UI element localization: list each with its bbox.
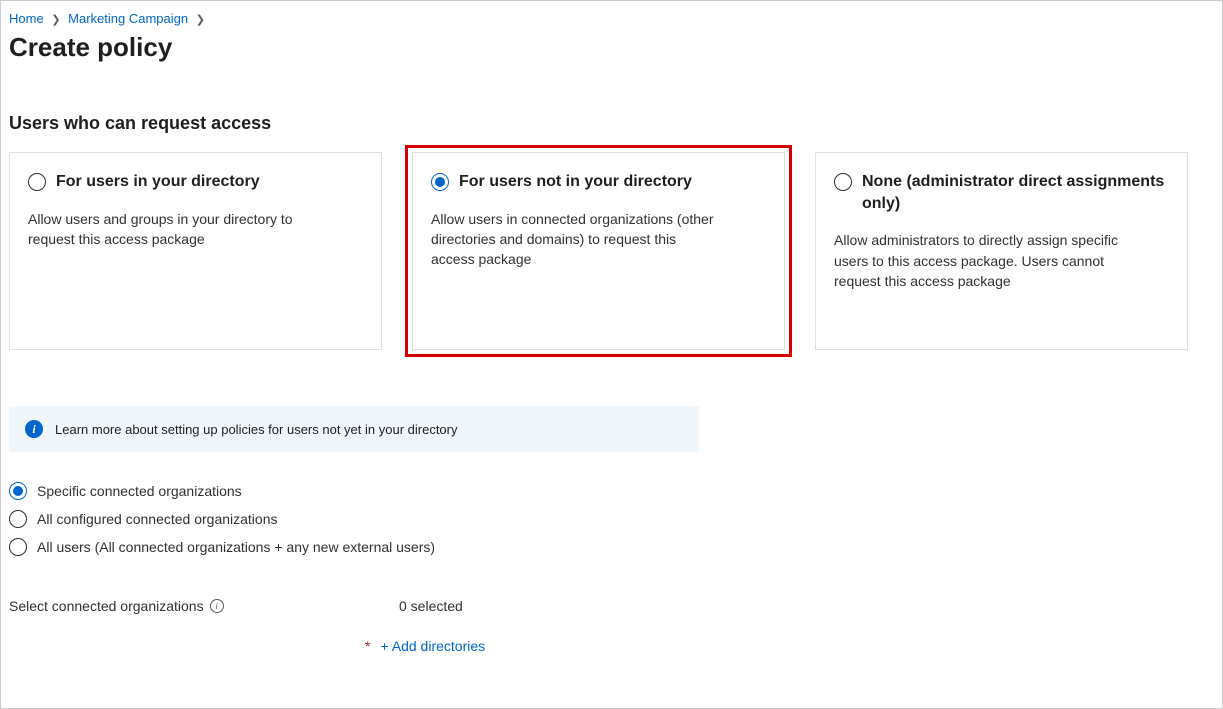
- scope-specific-label: Specific connected organizations: [37, 483, 242, 499]
- info-icon: i: [25, 420, 43, 438]
- page-title: Create policy: [9, 32, 1214, 63]
- card-desc-in-directory: Allow users and groups in your directory…: [28, 209, 318, 250]
- chevron-right-icon: ❯: [51, 13, 60, 26]
- scope-all-users[interactable]: All users (All connected organizations +…: [9, 538, 1214, 556]
- card-desc-not-in-directory: Allow users in connected organizations (…: [431, 209, 721, 270]
- radio-specific[interactable]: [9, 482, 27, 500]
- radio-in-directory[interactable]: [28, 173, 46, 191]
- scope-specific[interactable]: Specific connected organizations: [9, 482, 1214, 500]
- selected-count: 0 selected: [399, 598, 485, 614]
- add-directories-link[interactable]: + Add directories: [380, 638, 485, 654]
- radio-not-in-directory[interactable]: [431, 173, 449, 191]
- select-orgs-label: Select connected organizations i: [9, 598, 359, 614]
- card-title-not-in-directory: For users not in your directory: [459, 171, 692, 193]
- scope-all-configured[interactable]: All configured connected organizations: [9, 510, 1214, 528]
- radio-all-configured[interactable]: [9, 510, 27, 528]
- scope-radio-list: Specific connected organizations All con…: [9, 482, 1214, 556]
- radio-none[interactable]: [834, 173, 852, 191]
- section-title-users: Users who can request access: [9, 113, 1214, 134]
- option-cards-row: For users in your directory Allow users …: [9, 152, 1214, 350]
- breadcrumb: Home ❯ Marketing Campaign ❯: [9, 11, 1214, 26]
- help-icon[interactable]: i: [210, 599, 224, 613]
- scope-all-configured-label: All configured connected organizations: [37, 511, 278, 527]
- card-title-in-directory: For users in your directory: [56, 171, 260, 193]
- card-desc-none: Allow administrators to directly assign …: [834, 230, 1124, 291]
- card-title-none: None (administrator direct assignments o…: [862, 171, 1169, 214]
- select-orgs-label-text: Select connected organizations: [9, 598, 204, 614]
- info-text: Learn more about setting up policies for…: [55, 422, 458, 437]
- info-bar: i Learn more about setting up policies f…: [9, 406, 699, 452]
- card-none[interactable]: None (administrator direct assignments o…: [815, 152, 1188, 350]
- card-in-directory[interactable]: For users in your directory Allow users …: [9, 152, 382, 350]
- card-not-in-directory[interactable]: For users not in your directory Allow us…: [412, 152, 785, 350]
- required-marker: *: [365, 638, 370, 654]
- breadcrumb-home[interactable]: Home: [9, 11, 44, 26]
- chevron-right-icon: ❯: [196, 13, 205, 26]
- radio-all-users[interactable]: [9, 538, 27, 556]
- select-orgs-row: Select connected organizations i 0 selec…: [9, 598, 1214, 654]
- scope-all-users-label: All users (All connected organizations +…: [37, 539, 435, 555]
- breadcrumb-campaign[interactable]: Marketing Campaign: [68, 11, 188, 26]
